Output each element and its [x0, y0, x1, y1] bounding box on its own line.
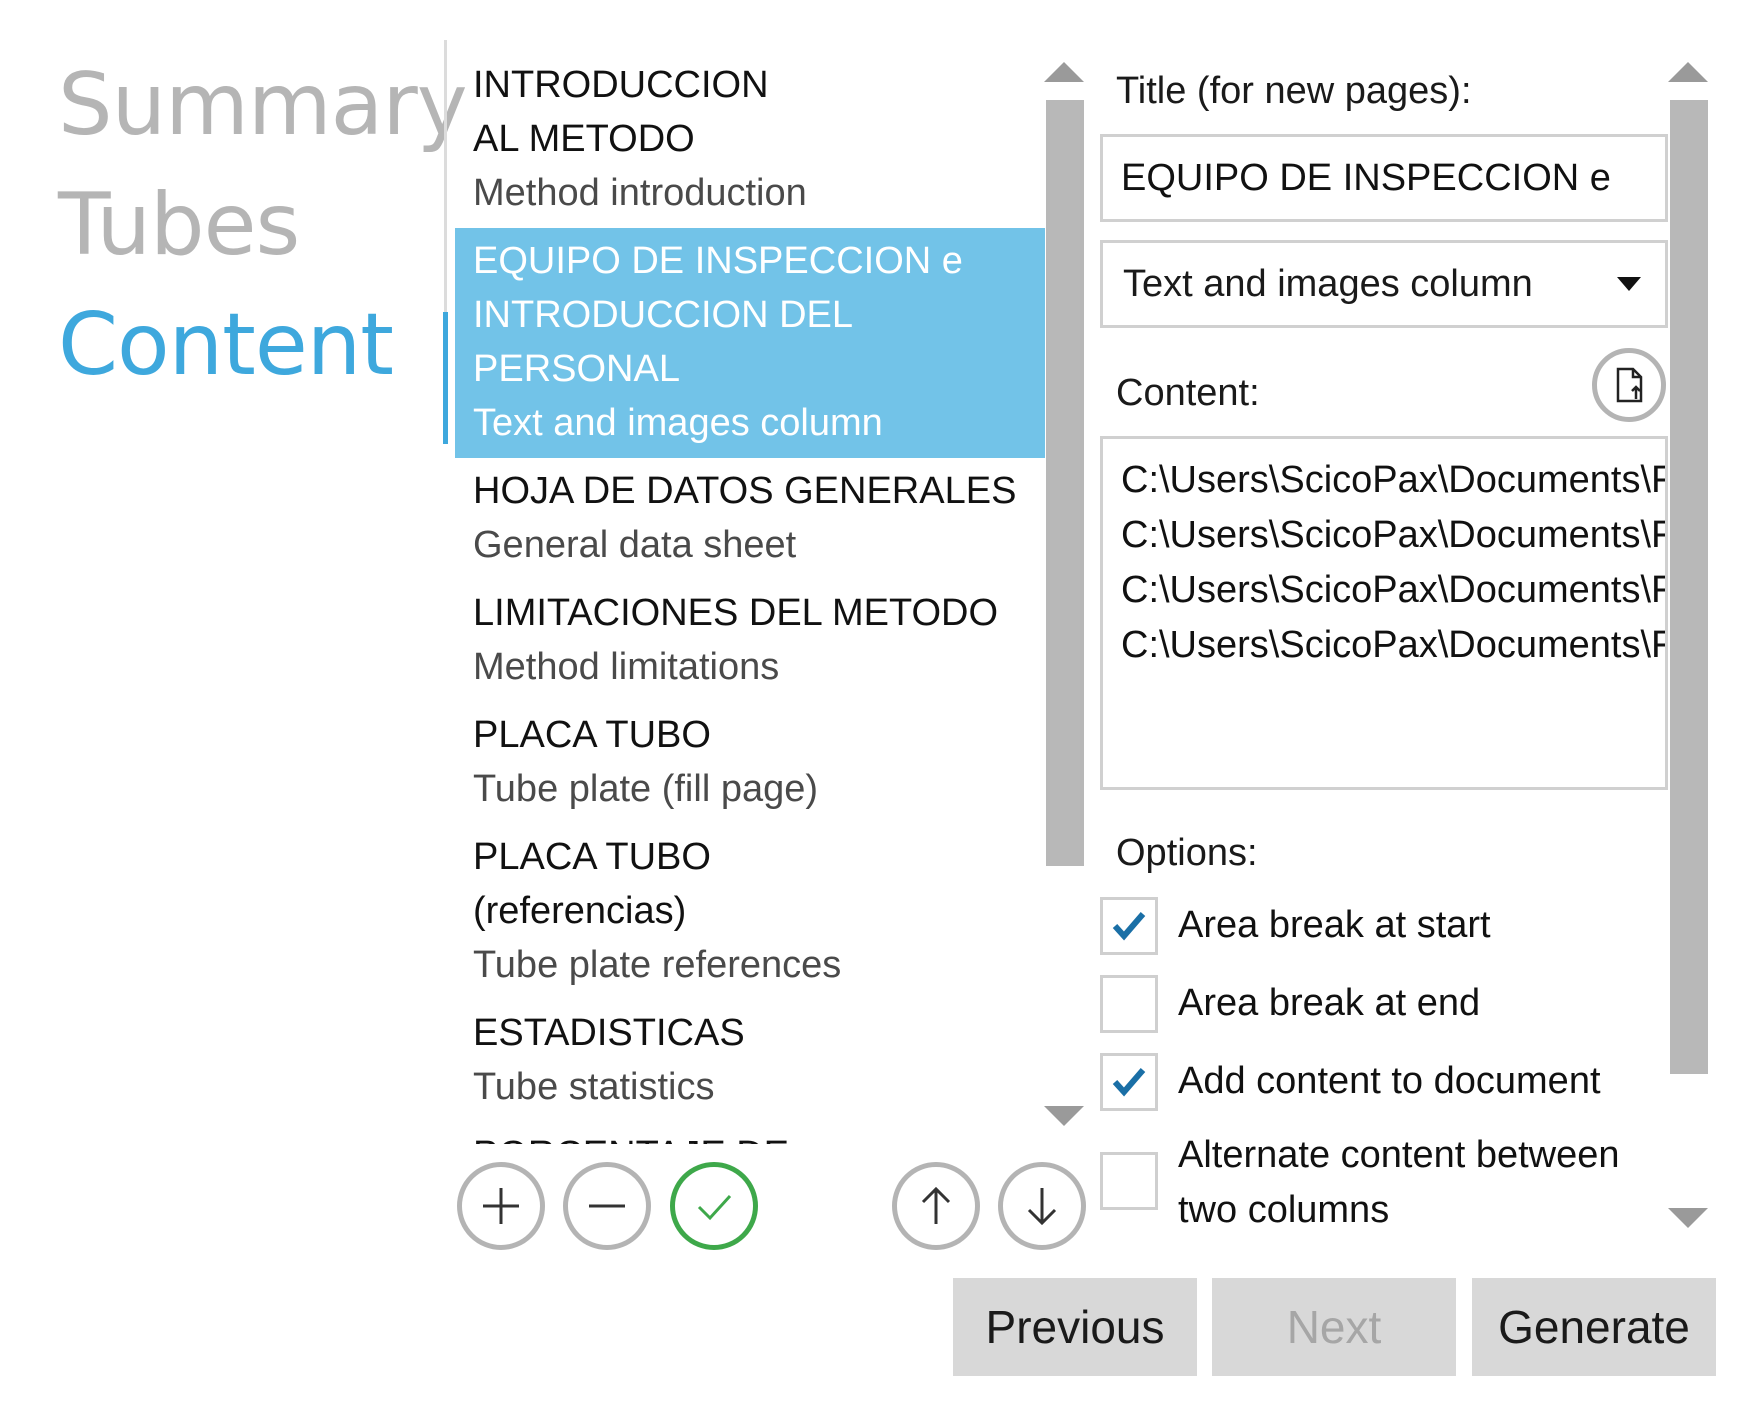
list-item[interactable]: ESTADISTICAS Tube statistics [455, 1000, 1045, 1122]
content-line: C:\Users\ScicoPax\Documents\F [1121, 459, 1668, 501]
add-content-label[interactable]: Add content to document [1178, 1054, 1601, 1109]
generate-button[interactable]: Generate [1472, 1278, 1716, 1376]
area-break-end-checkbox[interactable] [1100, 975, 1158, 1033]
content-line: C:\Users\ScicoPax\Documents\F [1121, 514, 1668, 556]
arrow-up-icon [921, 1186, 951, 1224]
list-item[interactable]: LIMITACIONES DEL METODO Method limitatio… [455, 580, 1045, 702]
list-item[interactable]: INTRODUCCION AL METODO Method introducti… [455, 58, 1045, 228]
list-scroll-down-arrow[interactable] [1044, 1106, 1084, 1126]
remove-button[interactable] [563, 1162, 651, 1250]
list-item[interactable]: PLACA TUBO (referencias) Tube plate refe… [455, 824, 1045, 1000]
list-item-subtitle: Text and images column [473, 402, 883, 444]
list-item-title: PORCENTAJE DE [473, 1128, 1027, 1144]
list-item-subtitle: Method limitations [473, 646, 780, 688]
list-item-title: HOJA DE DATOS GENERALES [473, 470, 1017, 512]
nav-summary[interactable]: Summary [58, 62, 468, 148]
list-item-title: PLACA TUBO (referencias) [473, 836, 711, 932]
title-label: Title (for new pages): [1116, 70, 1472, 112]
file-import-icon [1616, 367, 1643, 403]
options-label: Options: [1116, 832, 1258, 874]
title-input[interactable]: EQUIPO DE INSPECCION e [1100, 134, 1668, 222]
alternate-columns-checkbox[interactable] [1100, 1152, 1158, 1210]
list-item[interactable]: PORCENTAJE DE [455, 1122, 1045, 1144]
alternate-columns-label[interactable]: Alternate content between two columns [1178, 1128, 1638, 1238]
checkmark-icon [1112, 1068, 1146, 1097]
list-item-title: LIMITACIONES DEL METODO [473, 592, 999, 634]
add-icon [483, 1188, 519, 1224]
add-button[interactable] [457, 1162, 545, 1250]
area-break-start-checkbox[interactable] [1100, 897, 1158, 955]
area-break-start-label[interactable]: Area break at start [1178, 898, 1491, 953]
list-item-subtitle: Method introduction [473, 172, 807, 214]
form-scroll-down-arrow[interactable] [1668, 1208, 1708, 1228]
move-up-button[interactable] [892, 1162, 980, 1250]
add-file-button[interactable] [1592, 348, 1666, 422]
list-item-subtitle: Tube plate references [473, 944, 842, 986]
content-textarea[interactable]: C:\Users\ScicoPax\Documents\F C:\Users\S… [1100, 436, 1668, 790]
form-scrollbar-thumb[interactable] [1670, 100, 1708, 1074]
list-item-subtitle: Tube plate (fill page) [473, 768, 819, 810]
list-item-subtitle: General data sheet [473, 524, 797, 566]
form-scroll-up-arrow[interactable] [1668, 62, 1708, 82]
layout-select[interactable]: Text and images column [1100, 240, 1668, 328]
check-icon [697, 1194, 732, 1221]
next-button[interactable]: Next [1212, 1278, 1456, 1376]
chevron-down-icon [1617, 277, 1641, 291]
sections-list[interactable]: INTRODUCCION AL METODO Method introducti… [455, 58, 1045, 1144]
add-content-checkbox[interactable] [1100, 1053, 1158, 1111]
move-down-button[interactable] [998, 1162, 1086, 1250]
list-item-subtitle: Tube statistics [473, 1066, 715, 1108]
confirm-button[interactable] [670, 1162, 758, 1250]
list-item-selected[interactable]: EQUIPO DE INSPECCION e INTRODUCCION DEL … [455, 228, 1045, 458]
list-scrollbar-thumb[interactable] [1046, 100, 1084, 866]
content-line: C:\Users\ScicoPax\Documents\F [1121, 624, 1668, 666]
area-break-end-label[interactable]: Area break at end [1178, 976, 1480, 1031]
list-scroll-up-arrow[interactable] [1044, 62, 1084, 82]
list-item[interactable]: PLACA TUBO Tube plate (fill page) [455, 702, 1045, 824]
checkmark-icon [1112, 912, 1146, 941]
list-item-title: INTRODUCCION AL METODO [473, 64, 769, 160]
content-line: C:\Users\ScicoPax\Documents\F [1121, 569, 1668, 611]
list-item-title: ESTADISTICAS [473, 1012, 745, 1054]
arrow-down-icon [1027, 1188, 1057, 1226]
layout-select-value: Text and images column [1123, 263, 1533, 305]
list-item-title: PLACA TUBO [473, 714, 711, 756]
remove-icon [589, 1204, 625, 1208]
nav-tubes[interactable]: Tubes [58, 182, 300, 268]
previous-button[interactable]: Previous [953, 1278, 1197, 1376]
list-item-title: EQUIPO DE INSPECCION e INTRODUCCION DEL … [473, 240, 963, 390]
nav-active-indicator [443, 312, 448, 444]
list-item[interactable]: HOJA DE DATOS GENERALES General data she… [455, 458, 1045, 580]
nav-content[interactable]: Content [58, 302, 394, 388]
content-label: Content: [1116, 372, 1260, 414]
